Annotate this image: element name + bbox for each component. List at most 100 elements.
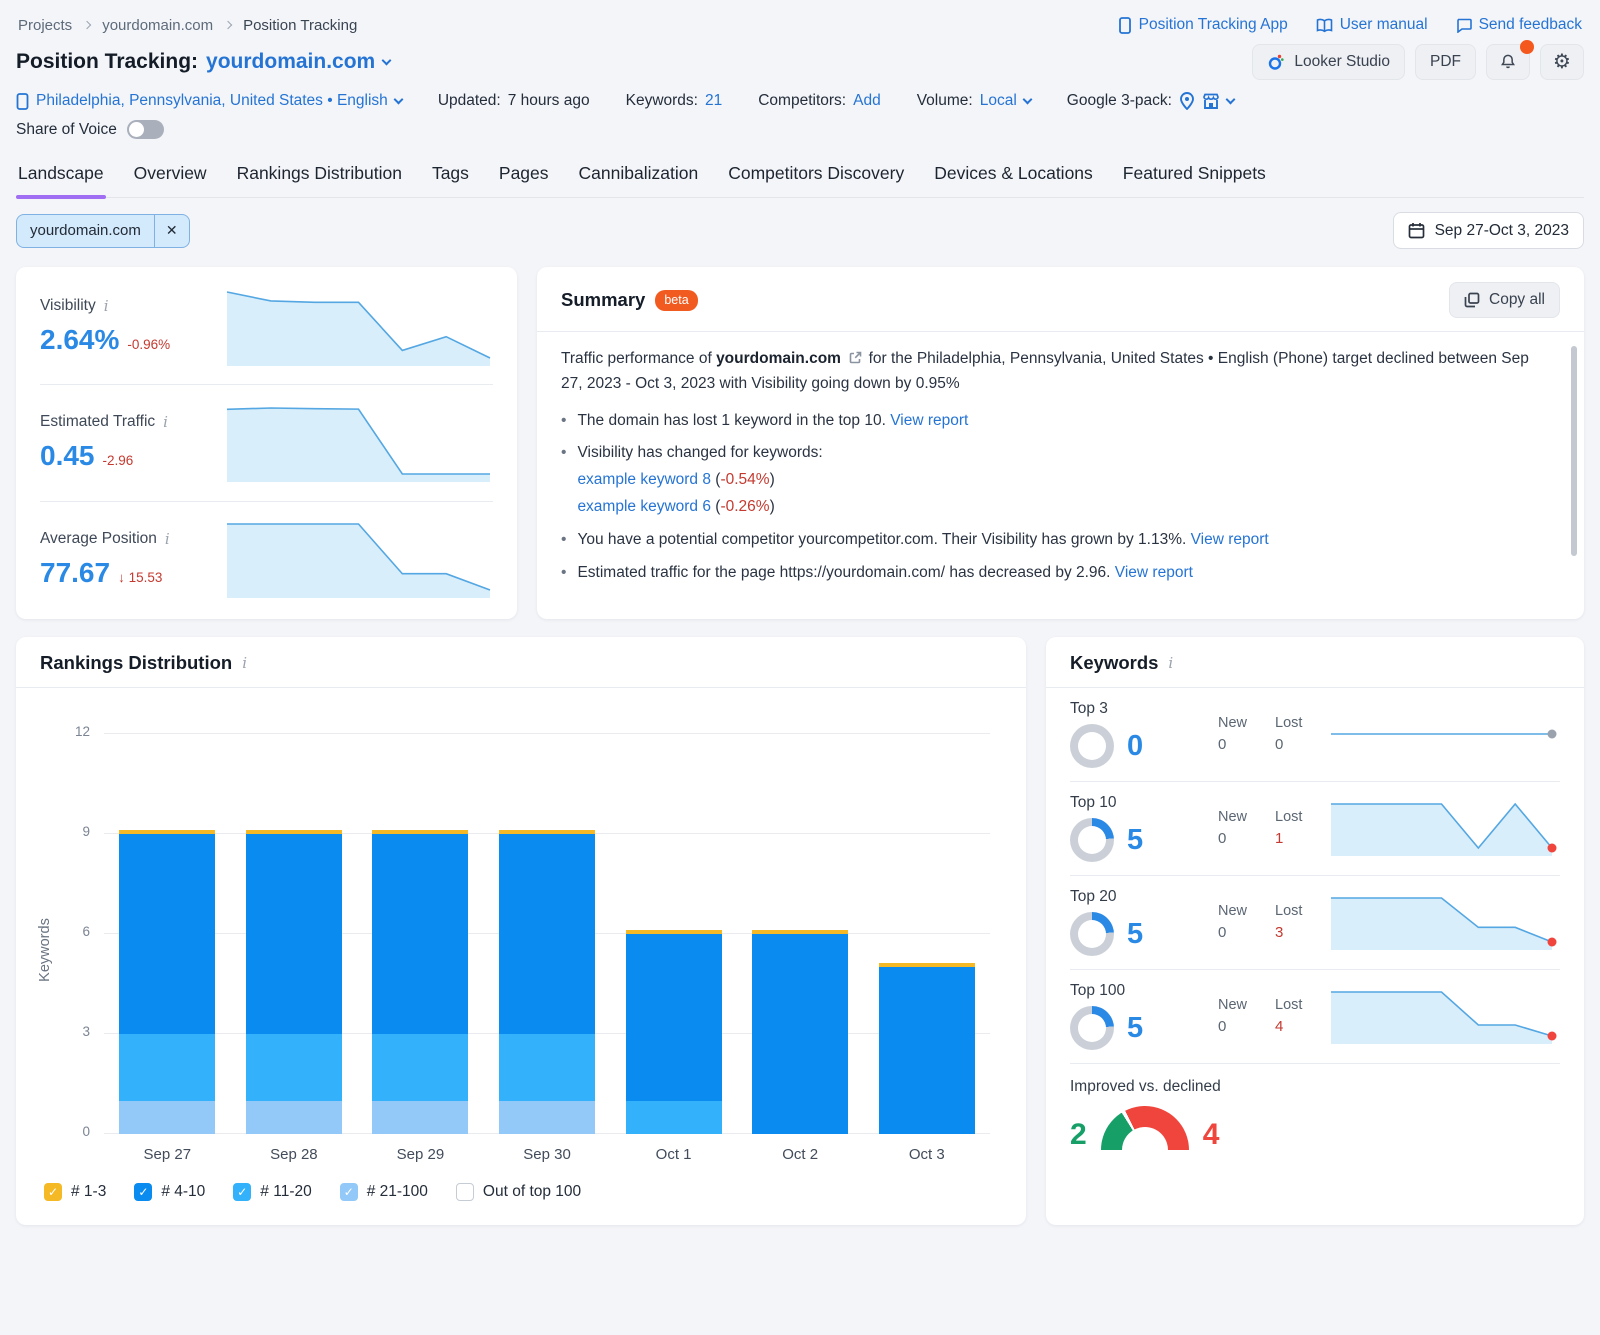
keywords-count-row: 5 [1070,818,1218,862]
bar-segment-21-100 [246,1101,342,1134]
legend-item-1-3[interactable]: # 1-3 [44,1183,106,1201]
donut-hole [1078,732,1106,760]
top-bar: Projects yourdomain.com Position Trackin… [16,12,1584,36]
user-manual-link[interactable]: User manual [1316,16,1428,34]
book-icon [1316,18,1333,33]
bell-icon [1498,52,1518,72]
bar-segment-21-100 [372,1101,468,1134]
rankings-header: Rankings Distribution [16,637,1026,688]
tab-pages[interactable]: Pages [499,153,549,197]
keywords-row-info: Top 205 [1070,888,1218,956]
checkbox-checked-icon[interactable] [340,1183,358,1201]
header-buttons: Looker Studio PDF ⚙ [1252,44,1584,80]
cards-row-1: Visibility2.64%-0.96%Estimated Traffic0.… [16,267,1584,619]
metric-label-text: Average Position [40,530,157,548]
breadcrumb-projects[interactable]: Projects [18,17,72,34]
legend-item-4-10[interactable]: # 4-10 [134,1183,205,1201]
donut-chart [1070,1006,1114,1050]
keywords-count: Keywords:21 [626,92,723,110]
tab-tags[interactable]: Tags [432,153,469,197]
rankings-chart-body: Keywords 036912 Sep 27Sep 28Sep 29Sep 30… [16,688,1026,1215]
checkbox-checked-icon[interactable] [44,1183,62,1201]
tab-competitors-discovery[interactable]: Competitors Discovery [728,153,904,197]
view-report-link[interactable]: View report [890,412,968,429]
bar-segment-4-10 [119,834,215,1034]
stacked-bar-sep-29[interactable] [372,830,468,1134]
share-of-voice-toggle[interactable] [127,120,164,139]
stacked-bar-oct-3[interactable] [879,963,975,1134]
stacked-bar-sep-28[interactable] [246,830,342,1134]
chip-close-icon[interactable] [154,215,189,247]
info-icon[interactable] [1168,654,1173,672]
looker-studio-button[interactable]: Looker Studio [1252,44,1405,80]
position-tracking-app-link[interactable]: Position Tracking App [1118,16,1288,34]
legend-item-11-20[interactable]: # 11-20 [233,1183,311,1201]
copy-all-button[interactable]: Copy all [1449,282,1560,318]
breadcrumb-domain[interactable]: yourdomain.com [102,17,213,34]
bar-segment-4-10 [246,834,342,1034]
summary-domain: yourdomain.com [716,350,841,367]
new-label: New [1218,715,1247,731]
metric-estimated-traffic: Estimated Traffic0.45-2.96 [40,385,493,501]
checkbox-checked-icon[interactable] [134,1183,152,1201]
stacked-bar-sep-27[interactable] [119,830,215,1134]
average-position-sparkline [226,520,492,598]
info-icon[interactable] [242,654,247,672]
checkbox-checked-icon[interactable] [233,1183,251,1201]
view-report-link[interactable]: View report [1191,531,1269,548]
keyword-link[interactable]: example keyword 6 [577,498,711,515]
legend-item-21-100[interactable]: # 21-100 [340,1183,428,1201]
stacked-bar-sep-30[interactable] [499,830,595,1134]
add-competitors-link[interactable]: Add [853,92,881,110]
rankings-chart: 036912 [104,734,990,1134]
new-column: New0 [1218,715,1247,753]
tab-landscape[interactable]: Landscape [18,153,104,197]
send-feedback-link[interactable]: Send feedback [1456,16,1582,34]
metric-info: Average Position77.67↓ 15.53 [40,530,226,589]
summary-bullet-visibility-changed: Visibility has changed for keywords: exa… [561,441,1548,519]
changed-keyword-item: example keyword 6 (-0.26%) [577,495,822,520]
legend-item-out-of-top-100[interactable]: Out of top 100 [456,1183,581,1201]
summary-scrollbar[interactable] [1571,346,1577,556]
legend-label: Out of top 100 [483,1183,581,1201]
external-link-icon[interactable] [849,351,862,364]
checkbox-unchecked-icon[interactable] [456,1183,474,1201]
google-3pack-selector[interactable]: Google 3-pack: [1067,92,1234,110]
info-icon[interactable] [163,413,168,431]
lost-label: Lost [1275,997,1302,1013]
notifications-button[interactable] [1486,44,1530,80]
keywords-count-link[interactable]: 21 [705,92,722,110]
settings-button[interactable]: ⚙ [1540,44,1584,80]
tab-rankings-distribution[interactable]: Rankings Distribution [237,153,402,197]
tab-overview[interactable]: Overview [134,153,207,197]
donut-hole [1078,826,1106,854]
keywords-row-top-3: Top 30New0Lost0 [1070,688,1560,782]
volume-selector[interactable]: Volume:Local [917,92,1031,110]
updated-status: Updated:7 hours ago [438,92,590,110]
lost-value: 3 [1275,924,1302,941]
position-tracking-page: Projects yourdomain.com Position Trackin… [0,0,1600,1243]
declined-count: 4 [1203,1120,1220,1150]
stacked-bar-oct-1[interactable] [626,930,722,1134]
pdf-button[interactable]: PDF [1415,44,1476,80]
bar-segment-4-10 [499,834,595,1034]
tab-cannibalization[interactable]: Cannibalization [579,153,699,197]
info-icon[interactable] [165,530,170,548]
date-range-button[interactable]: Sep 27-Oct 3, 2023 [1393,212,1584,249]
target-location-selector[interactable]: Philadelphia, Pennsylvania, United State… [16,92,402,110]
view-report-link[interactable]: View report [1115,564,1193,581]
project-domain-selector[interactable]: yourdomain.com [206,50,390,74]
tab-devices-locations[interactable]: Devices & Locations [934,153,1093,197]
share-of-voice-label: Share of Voice [16,121,117,139]
y-tick-label: 12 [75,724,90,739]
lost-label: Lost [1275,809,1302,825]
info-icon[interactable] [104,297,109,315]
tab-featured-snippets[interactable]: Featured Snippets [1123,153,1266,197]
x-tick-label: Oct 3 [863,1146,990,1163]
domain-filter-chip[interactable]: yourdomain.com [16,214,190,248]
lost-column: Lost0 [1275,715,1302,753]
keyword-link[interactable]: example keyword 8 [577,471,711,488]
bar-segment-4-10 [752,934,848,1134]
notification-dot [1520,40,1534,54]
stacked-bar-oct-2[interactable] [752,930,848,1134]
